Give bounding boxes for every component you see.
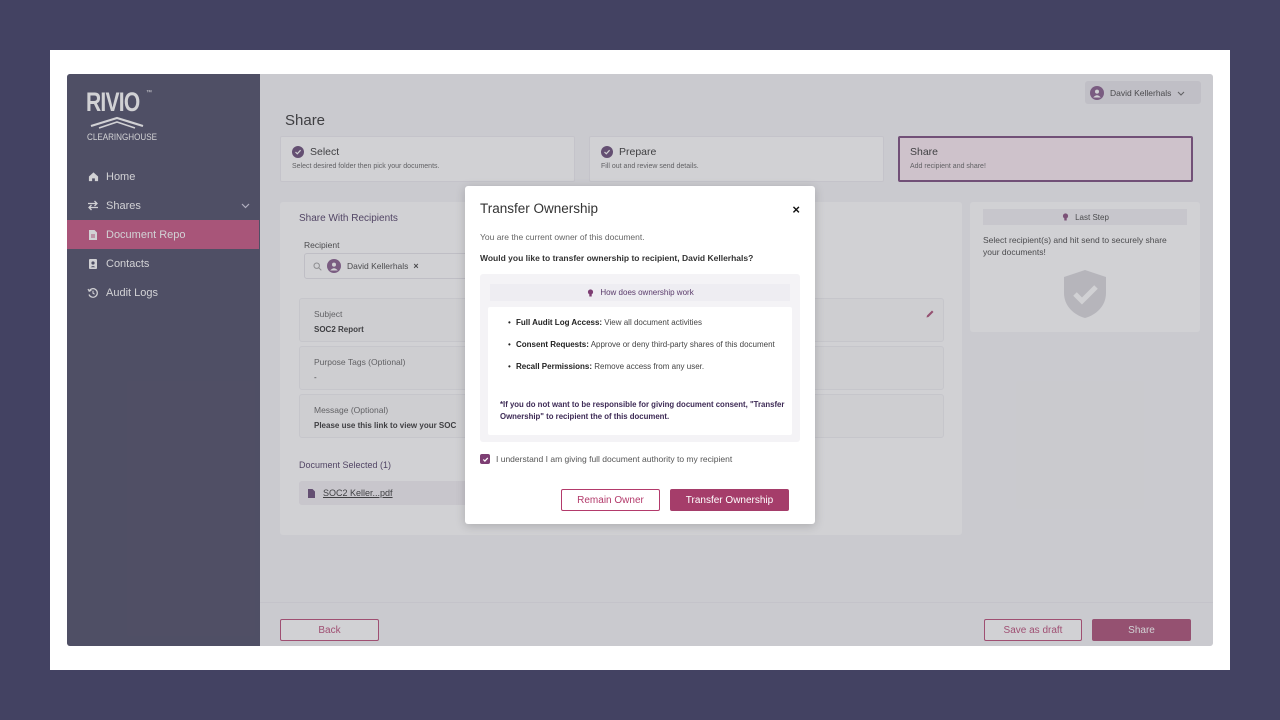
close-icon[interactable]: × (792, 202, 800, 217)
dialog-subtitle: You are the current owner of this docume… (480, 232, 645, 242)
list-item: Full Audit Log Access: View all document… (508, 317, 780, 329)
ownership-info-panel: How does ownership work Full Audit Log A… (480, 274, 800, 442)
info-title: How does ownership work (600, 288, 694, 297)
ownership-note: *If you do not want to be responsible fo… (500, 400, 785, 421)
ownership-benefits-list: Full Audit Log Access: View all document… (508, 317, 780, 383)
authority-checkbox[interactable] (480, 454, 490, 464)
authority-checkbox-label: I understand I am giving full document a… (496, 454, 733, 464)
info-body: Full Audit Log Access: View all document… (488, 307, 792, 435)
list-item: Consent Requests: Approve or deny third-… (508, 339, 780, 351)
remain-owner-button[interactable]: Remain Owner (561, 489, 660, 511)
transfer-ownership-button[interactable]: Transfer Ownership (670, 489, 789, 511)
transfer-ownership-dialog: Transfer Ownership × You are the current… (465, 186, 815, 524)
list-item: Recall Permissions: Remove access from a… (508, 361, 780, 373)
dialog-title: Transfer Ownership (480, 201, 599, 216)
dialog-question: Would you like to transfer ownership to … (480, 253, 754, 263)
lightbulb-icon (586, 288, 595, 298)
authority-checkbox-row[interactable]: I understand I am giving full document a… (480, 454, 732, 464)
